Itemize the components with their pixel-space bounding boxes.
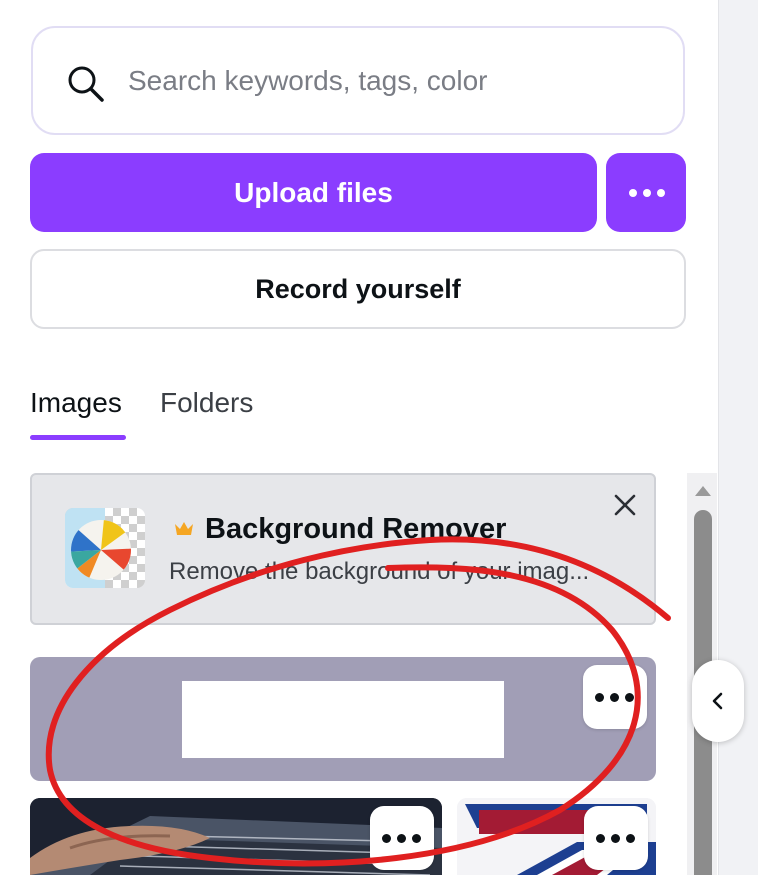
upload-more-button[interactable] <box>606 153 686 232</box>
beach-ball-thumbnail <box>65 508 145 588</box>
image-options-button[interactable] <box>584 806 648 870</box>
more-horizontal-icon <box>382 834 421 843</box>
more-horizontal-icon <box>595 693 634 702</box>
canvas-area-edge <box>718 0 758 875</box>
background-remover-promo[interactable]: Background Remover Remove the background… <box>30 473 656 625</box>
uploads-panel: Search keywords, tags, color Upload file… <box>0 0 718 875</box>
crown-icon <box>175 522 193 535</box>
more-horizontal-icon <box>596 834 635 843</box>
search-icon <box>68 66 104 102</box>
promo-title: Background Remover <box>205 513 507 545</box>
tab-images[interactable]: Images <box>30 383 122 423</box>
record-yourself-button[interactable]: Record yourself <box>30 249 686 329</box>
image-preview <box>182 681 504 758</box>
tab-folders[interactable]: Folders <box>160 383 253 423</box>
image-options-button[interactable] <box>583 665 647 729</box>
search-input[interactable]: Search keywords, tags, color <box>128 28 488 133</box>
close-icon[interactable] <box>612 492 638 518</box>
chevron-left-icon <box>712 692 723 710</box>
more-horizontal-icon <box>629 189 665 197</box>
active-tab-indicator <box>30 435 126 440</box>
collapse-panel-button[interactable] <box>692 660 744 742</box>
upload-files-button[interactable]: Upload files <box>30 153 597 232</box>
promo-description: Remove the background of your imag... <box>169 558 590 585</box>
search-box[interactable]: Search keywords, tags, color <box>31 26 685 135</box>
white-box-upload[interactable] <box>30 657 656 781</box>
scroll-up-arrow-icon[interactable] <box>695 486 711 496</box>
image-options-button[interactable] <box>370 806 434 870</box>
